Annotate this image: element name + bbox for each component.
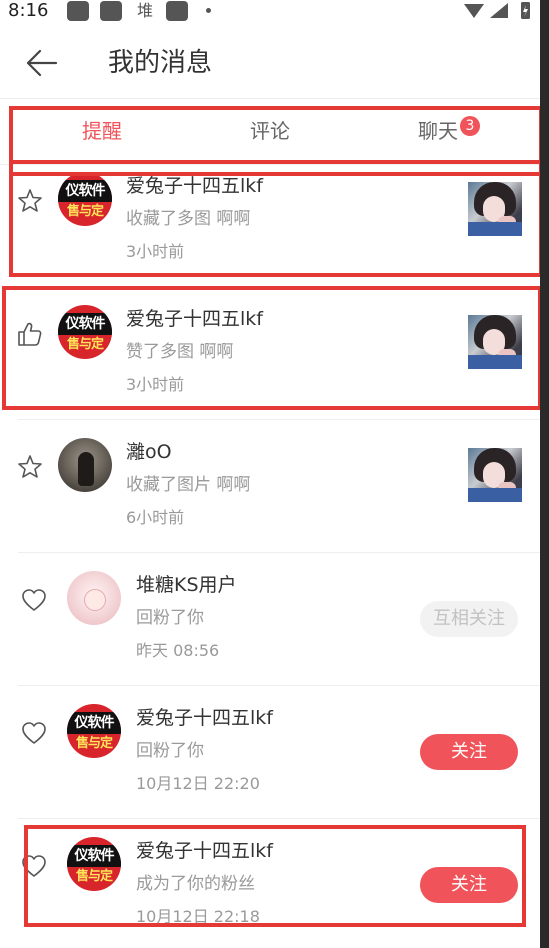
user-name[interactable]: 堆糖KS用户 [136, 572, 237, 598]
list-divider [18, 818, 540, 819]
notification-action: 赞了多图 啊啊 [126, 342, 234, 362]
system-icons [462, 0, 534, 26]
wifi-icon [464, 4, 484, 18]
more-notifications-dot [206, 8, 211, 13]
list-divider [18, 685, 540, 686]
notification-item[interactable]: 仪软件 售与定 爱兔子十四五lkf 收藏了多图 啊啊 3小时前 [0, 165, 540, 297]
mutual-follow-button[interactable]: 互相关注 [420, 601, 518, 637]
list-divider [18, 552, 540, 553]
back-arrow-icon[interactable] [24, 48, 60, 78]
post-thumbnail[interactable] [468, 182, 522, 236]
avatar-logo-text: 售与定 [75, 869, 113, 884]
avatar[interactable]: 仪软件 售与定 [67, 837, 121, 891]
avatar[interactable] [58, 438, 112, 492]
user-name[interactable]: 爱兔子十四五lkf [136, 705, 273, 731]
notification-item[interactable]: 灕oO 收藏了图片 啊啊 6小时前 [0, 431, 540, 563]
avatar[interactable] [67, 571, 121, 625]
post-thumbnail[interactable] [468, 315, 522, 369]
user-name[interactable]: 爱兔子十四五lkf [136, 838, 273, 864]
app-notification-char: 堆 [137, 1, 154, 20]
follow-button[interactable]: 关注 [420, 734, 518, 770]
notification-time: 3小时前 [126, 242, 185, 261]
notification-time: 3小时前 [126, 375, 185, 394]
avatar-logo-text: 仪软件 [58, 313, 112, 335]
avatar[interactable]: 仪软件 售与定 [67, 704, 121, 758]
notification-time: 10月12日 22:20 [136, 774, 260, 793]
notification-action: 回粉了你 [136, 608, 204, 628]
tab-bar: 提醒 评论 聊天 3 [0, 100, 549, 164]
avatar[interactable]: 仪软件 售与定 [58, 172, 112, 226]
thumbs-up-icon [16, 320, 44, 348]
tab-chat[interactable]: 聊天 3 [418, 116, 480, 146]
active-tab-indicator [68, 160, 136, 163]
notification-action: 成为了你的粉丝 [136, 874, 255, 894]
list-divider [18, 419, 540, 420]
notification-item[interactable]: 仪软件 售与定 爱兔子十四五lkf 成为了你的粉丝 10月12日 22:18 关… [0, 830, 540, 948]
notification-icon [67, 1, 89, 21]
follow-button[interactable]: 关注 [420, 867, 518, 903]
header-divider [0, 98, 549, 99]
avatar-logo-text: 售与定 [66, 337, 104, 352]
screen-edge [540, 0, 549, 948]
notification-item[interactable]: 仪软件 售与定 爱兔子十四五lkf 回粉了你 10月12日 22:20 关注 [0, 697, 540, 829]
notification-item[interactable]: 堆糖KS用户 回粉了你 昨天 08:56 互相关注 [0, 564, 540, 696]
heart-icon [20, 586, 48, 614]
avatar-logo-text: 仪软件 [58, 180, 112, 202]
list-divider [18, 286, 540, 287]
post-thumbnail[interactable] [468, 448, 522, 502]
user-name[interactable]: 爱兔子十四五lkf [126, 306, 263, 332]
avatar-logo-text: 仪软件 [67, 712, 121, 734]
avatar-logo-text: 售与定 [66, 204, 104, 219]
tab-chat-label: 聊天 [418, 119, 458, 143]
page-title: 我的消息 [108, 48, 213, 78]
notification-icon [166, 1, 188, 21]
notification-action: 收藏了多图 啊啊 [126, 209, 251, 229]
unread-badge: 3 [460, 116, 480, 137]
avatar-logo-text: 仪软件 [67, 845, 121, 867]
status-bar: 8:16 堆 [0, 0, 549, 24]
notification-item[interactable]: 仪软件 售与定 爱兔子十四五lkf 赞了多图 啊啊 3小时前 [0, 298, 540, 430]
heart-icon [20, 852, 48, 880]
notification-action: 回粉了你 [136, 741, 204, 761]
status-time: 8:16 [8, 0, 49, 21]
notification-time: 昨天 08:56 [136, 641, 220, 660]
heart-icon [20, 719, 48, 747]
star-icon [16, 453, 44, 481]
tab-comments[interactable]: 评论 [250, 116, 290, 146]
signal-icon [490, 3, 508, 18]
header: 我的消息 [0, 24, 549, 99]
user-name[interactable]: 灕oO [126, 439, 172, 465]
notification-icon [100, 1, 122, 21]
notification-time: 6小时前 [126, 508, 185, 527]
user-name[interactable]: 爱兔子十四五lkf [126, 173, 263, 199]
tab-reminders[interactable]: 提醒 [82, 116, 122, 146]
notification-time: 10月12日 22:18 [136, 907, 260, 926]
avatar-logo-text: 售与定 [75, 736, 113, 751]
star-icon [16, 187, 44, 215]
avatar[interactable]: 仪软件 售与定 [58, 305, 112, 359]
notification-action: 收藏了图片 啊啊 [126, 475, 251, 495]
